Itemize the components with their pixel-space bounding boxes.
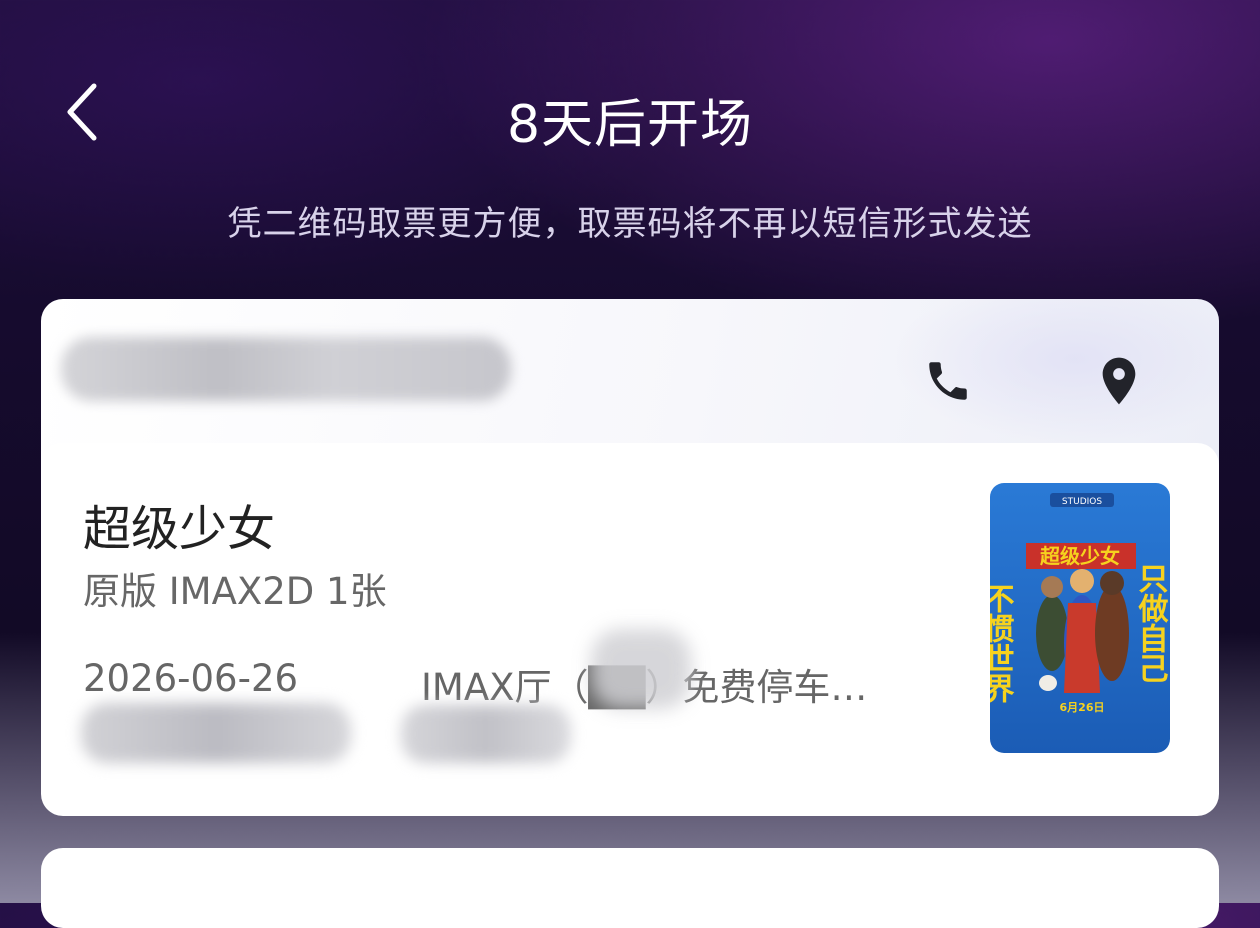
- phone-icon: [929, 362, 967, 400]
- showtime-date: 2026-06-26: [83, 657, 299, 700]
- navigate-cinema-button[interactable]: [1089, 351, 1149, 411]
- cinema-name-blurred[interactable]: [61, 337, 511, 401]
- page-subtitle: 凭二维码取票更方便，取票码将不再以短信形式发送: [227, 204, 1033, 244]
- svg-text:只做自己: 只做自己: [1133, 563, 1170, 683]
- redacted-hall-detail: [591, 629, 691, 709]
- hall-info: IMAX厅（██）免费停车…: [421, 657, 961, 711]
- poster-image: STUDIOS 超级少女 不惯世界 只做自己 6月26日: [990, 483, 1170, 753]
- movie-format: 原版 IMAX2D 1张: [83, 570, 387, 613]
- movie-poster[interactable]: STUDIOS 超级少女 不惯世界 只做自己 6月26日: [990, 483, 1170, 753]
- redacted-seat: [401, 705, 571, 763]
- svg-text:6月26日: 6月26日: [1060, 701, 1105, 714]
- call-cinema-button[interactable]: [918, 351, 978, 411]
- redacted-time: [81, 703, 351, 763]
- next-card: [41, 848, 1219, 928]
- page-title: 8天后开场: [506, 95, 754, 155]
- location-pin-icon: [1102, 357, 1136, 405]
- movie-card[interactable]: 超级少女 原版 IMAX2D 1张 2026-06-26 IMAX厅（██）免费…: [41, 443, 1219, 816]
- movie-title: 超级少女: [83, 501, 276, 557]
- svg-text:超级少女: 超级少女: [1039, 544, 1120, 568]
- svg-text:STUDIOS: STUDIOS: [1062, 497, 1102, 507]
- svg-text:不惯世界: 不惯世界: [990, 583, 1015, 704]
